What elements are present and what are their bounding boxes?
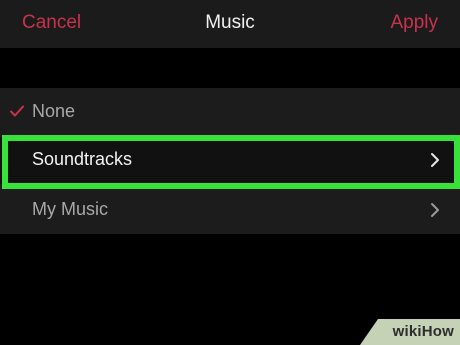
navigation-bar: Cancel Music Apply <box>0 0 460 48</box>
checkmark-icon <box>10 105 24 117</box>
chevron-right-icon <box>431 203 439 217</box>
divider <box>32 184 460 185</box>
watermark-logo: wikiHow <box>360 319 460 345</box>
list-item-none[interactable]: None <box>0 88 460 136</box>
list-item-label: My Music <box>32 199 108 219</box>
music-source-list: None Soundtracks My Music <box>0 88 460 234</box>
chevron-right-icon <box>431 153 439 167</box>
list-item-soundtracks[interactable]: Soundtracks <box>0 137 460 184</box>
watermark-text: wikiHow <box>392 323 454 340</box>
list-item-my-music[interactable]: My Music <box>0 186 460 234</box>
list-item-label: None <box>32 101 76 121</box>
list-item-label: Soundtracks <box>32 149 133 169</box>
apply-button[interactable]: Apply <box>390 12 438 34</box>
cancel-button[interactable]: Cancel <box>22 12 81 34</box>
